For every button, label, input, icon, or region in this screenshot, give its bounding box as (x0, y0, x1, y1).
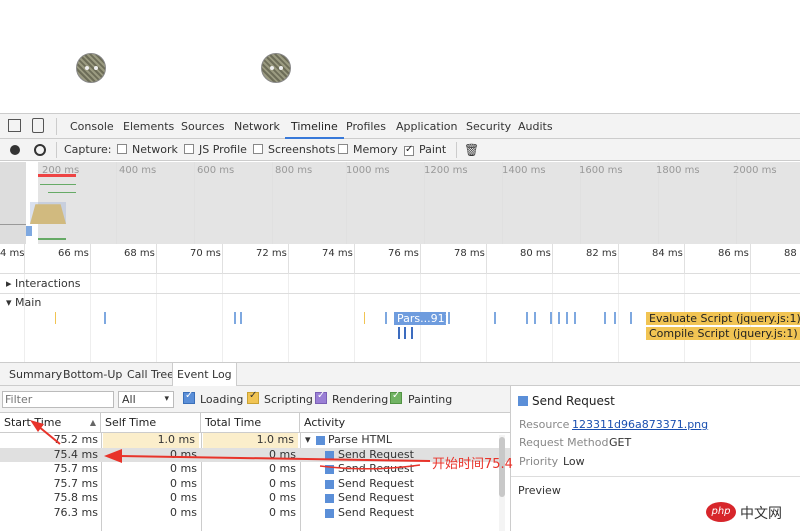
watermark-logo: php 中文网 (706, 500, 800, 528)
annotation-text: 开始时间75.4 (432, 457, 513, 472)
annotation-overlay (30, 420, 431, 470)
annotation-arrow-up (37, 425, 61, 445)
annotation-arrow-left (117, 455, 431, 462)
annotation-arrowhead (104, 449, 122, 463)
annotation-underline (319, 464, 421, 470)
